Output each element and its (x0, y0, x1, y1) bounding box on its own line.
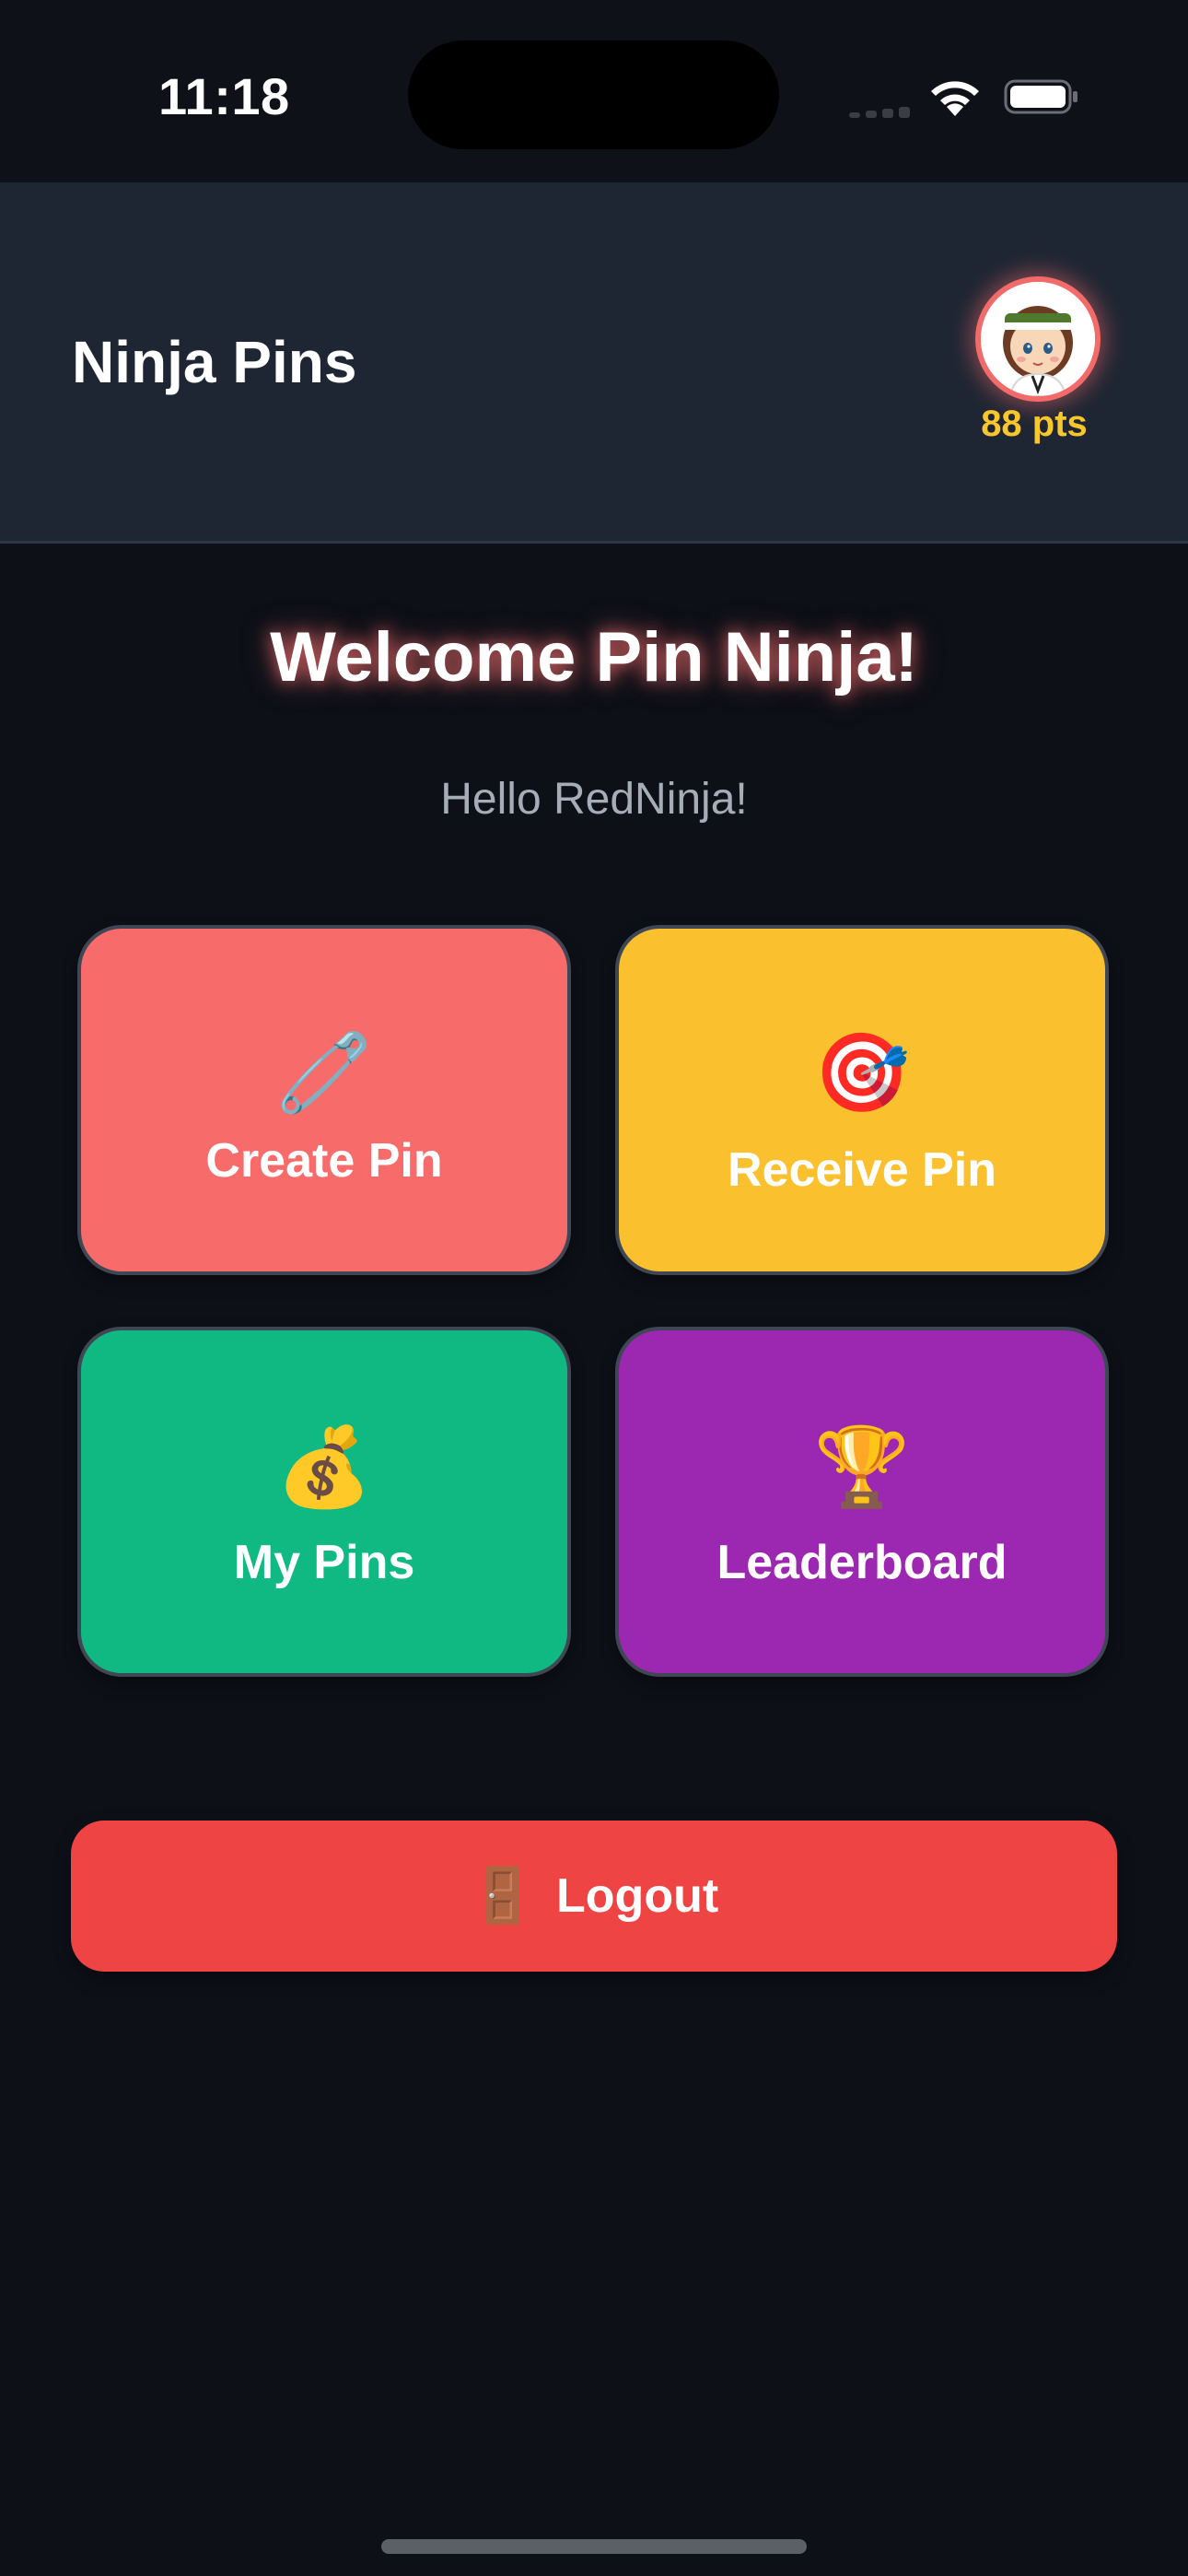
home-indicator[interactable] (381, 2539, 807, 2554)
status-bar: 11:18 (0, 0, 1188, 182)
receive-pin-button[interactable]: 🎯 Receive Pin (615, 925, 1109, 1275)
leaderboard-button[interactable]: 🏆 Leaderboard (615, 1327, 1109, 1677)
my-pins-button[interactable]: 💰 My Pins (77, 1327, 571, 1677)
dynamic-island (408, 41, 779, 149)
target-icon: 🎯 (813, 1029, 911, 1116)
status-time: 11:18 (158, 67, 290, 125)
door-icon: 🚪 (469, 1866, 537, 1926)
create-pin-label: Create Pin (205, 1134, 443, 1188)
create-pin-button[interactable]: 🧷 Create Pin (77, 925, 571, 1275)
welcome-heading: Welcome Pin Ninja! (270, 618, 918, 697)
battery-icon (1004, 79, 1077, 114)
logout-label: Logout (556, 1869, 719, 1923)
greeting-text: Hello RedNinja! (440, 775, 748, 824)
app-header: Ninja Pins 88 pts (0, 182, 1188, 544)
receive-pin-label: Receive Pin (728, 1143, 996, 1197)
avatar-illustration (981, 282, 1095, 396)
ninja-avatar-icon[interactable] (975, 276, 1101, 402)
trophy-icon: 🏆 (813, 1423, 911, 1510)
points-badge: 88 pts (981, 404, 1088, 444)
money-bag-icon: 💰 (275, 1423, 373, 1510)
wifi-icon (931, 81, 979, 116)
cellular-signal-icon (849, 105, 915, 118)
logout-button[interactable]: 🚪 Logout (71, 1821, 1117, 1972)
my-pins-label: My Pins (233, 1536, 415, 1589)
app-title: Ninja Pins (72, 329, 357, 395)
leaderboard-label: Leaderboard (716, 1536, 1007, 1589)
clothespin-icon: 🧷 (275, 1029, 373, 1116)
